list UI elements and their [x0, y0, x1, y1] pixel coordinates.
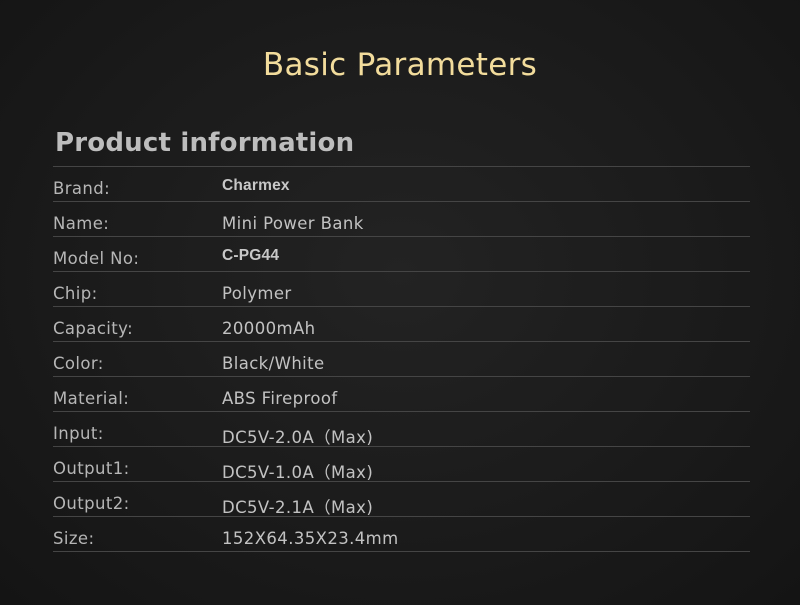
row-label: Model No:	[53, 249, 140, 268]
table-row-color: Color: Black/White	[53, 341, 750, 376]
row-label: Color:	[53, 354, 104, 373]
row-value: DC5V-2.1A（Max)	[222, 498, 374, 517]
table-row-material: Material: ABS Fireproof	[53, 376, 750, 411]
row-value: Charmex	[222, 177, 290, 194]
table-row-model-no: Model No: C-PG44	[53, 236, 750, 271]
page-title: Basic Parameters	[262, 47, 538, 83]
row-value: 20000mAh	[222, 319, 316, 338]
row-label: Material:	[53, 389, 130, 408]
table-row-brand: Brand: Charmex	[53, 166, 750, 201]
row-label: Capacity:	[53, 319, 134, 338]
row-label: Output1:	[53, 459, 130, 478]
table-row-output1: Output1: DC5V-1.0A（Max)	[53, 446, 750, 482]
row-value: ABS Fireproof	[222, 389, 338, 408]
table-row-capacity: Capacity: 20000mAh	[53, 306, 750, 341]
row-value: DC5V-2.0A（Max)	[222, 428, 374, 447]
row-value: 152X64.35X23.4mm	[222, 529, 399, 548]
row-label: Size:	[53, 529, 95, 548]
row-label: Output2:	[53, 494, 130, 513]
row-value: Polymer	[222, 284, 292, 303]
section-title: Product information	[55, 128, 355, 158]
table-row-output2: Output2: DC5V-2.1A（Max)	[53, 481, 750, 517]
row-value: Mini Power Bank	[222, 214, 364, 233]
table-row-name: Name: Mini Power Bank	[53, 201, 750, 236]
row-label: Brand:	[53, 179, 111, 198]
row-value: DC5V-1.0A（Max)	[222, 463, 374, 482]
table-row-size: Size: 152X64.35X23.4mm	[53, 516, 750, 552]
row-value: C-PG44	[222, 247, 280, 264]
product-info-table: Brand: Charmex Name: Mini Power Bank Mod…	[53, 166, 750, 552]
row-label: Name:	[53, 214, 110, 233]
row-value: Black/White	[222, 354, 325, 373]
table-row-input: Input: DC5V-2.0A（Max)	[53, 411, 750, 447]
table-row-chip: Chip: Polymer	[53, 271, 750, 306]
row-label: Input:	[53, 424, 104, 443]
row-label: Chip:	[53, 284, 98, 303]
